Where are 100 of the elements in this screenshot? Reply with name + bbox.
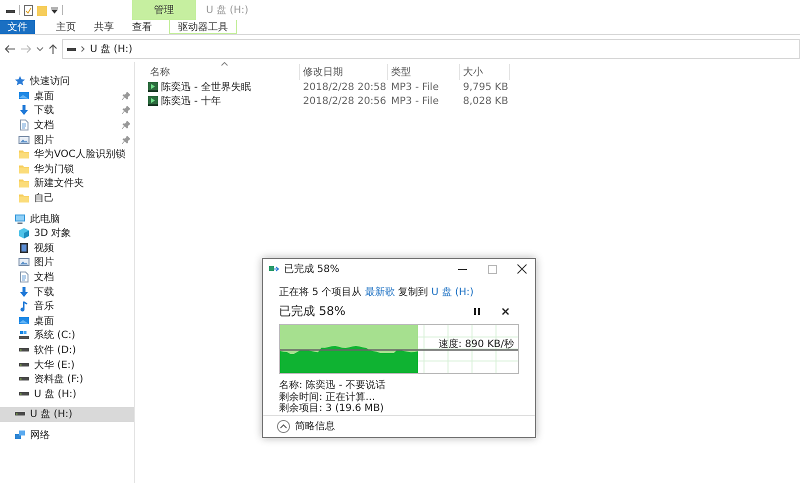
nav-item[interactable]: 华为VOC人脸识别锁 xyxy=(0,146,134,162)
drive-icon xyxy=(18,377,30,382)
context-tab-header: 管理 xyxy=(132,0,196,20)
drive-icon xyxy=(18,362,30,367)
nav-item[interactable]: 桌面 xyxy=(0,314,134,328)
desktop-icon xyxy=(18,314,30,327)
desktop-icon xyxy=(18,90,30,102)
ribbon-tab[interactable]: 主页 xyxy=(47,20,85,34)
nav-item[interactable]: 系统 (C:) xyxy=(0,328,134,343)
nav-label: 大华 (E:) xyxy=(34,358,75,372)
file-size: 9,795 KB xyxy=(462,82,510,92)
system-drive-icon xyxy=(18,329,30,342)
source-link[interactable]: 最新歌 xyxy=(364,287,395,298)
chevron-icon xyxy=(81,46,85,52)
speed-label: 速度: 890 KB/秒 xyxy=(438,338,514,351)
nav-label: U 盘 (H:) xyxy=(30,408,72,422)
music-icon xyxy=(18,300,30,312)
drive-icon xyxy=(18,348,30,352)
nav-item[interactable]: U 盘 (H:) xyxy=(0,407,134,422)
nav-label: 文档 xyxy=(34,118,54,132)
file-type: MP3 - File xyxy=(390,82,440,92)
column-header[interactable]: 修改日期 xyxy=(300,64,388,80)
nav-label: 下载 xyxy=(34,104,54,118)
recent-locations-button[interactable] xyxy=(36,45,44,53)
nav-item[interactable]: 音乐 xyxy=(0,298,134,314)
cube-icon xyxy=(18,227,30,240)
column-header[interactable]: 类型 xyxy=(388,64,460,80)
nav-item[interactable]: 资料盘 (F:) xyxy=(0,372,134,386)
video-icon xyxy=(18,242,30,254)
folder-icon xyxy=(18,192,30,204)
sort-caret-icon xyxy=(221,62,228,66)
pictures-icon xyxy=(18,256,30,268)
folder-icon xyxy=(18,148,30,160)
destination-link[interactable]: U 盘 (H:) xyxy=(431,287,474,298)
nav-item[interactable]: 文档 xyxy=(0,270,134,284)
nav-item[interactable]: 快速访问 xyxy=(0,74,134,89)
ribbon-tab[interactable]: 查看 xyxy=(123,20,161,34)
nav-label: 桌面 xyxy=(34,90,54,103)
folder-icon xyxy=(18,177,30,190)
nav-label: 桌面 xyxy=(34,314,54,328)
nav-item[interactable]: 此电脑 xyxy=(0,211,134,226)
audio-file-icon xyxy=(148,82,158,92)
nav-label: 音乐 xyxy=(34,300,54,314)
file-name[interactable]: 陈奕迅 - 十年 xyxy=(147,94,300,108)
network-icon xyxy=(14,428,26,441)
nav-item[interactable]: 软件 (D:) xyxy=(0,342,134,358)
nav-item[interactable]: 网络 xyxy=(0,428,134,442)
nav-label: 系统 (C:) xyxy=(34,328,76,342)
nav-item[interactable]: 图片 xyxy=(0,255,134,270)
nav-item[interactable]: 下载 xyxy=(0,103,134,118)
download-icon xyxy=(18,104,30,116)
copy-icon xyxy=(269,264,280,274)
up-button[interactable] xyxy=(48,43,58,55)
nav-label: U 盘 (H:) xyxy=(34,388,76,401)
nav-label: 视频 xyxy=(34,242,54,255)
nav-label: 华为门锁 xyxy=(34,162,74,176)
progress-heading: 已完成 58% xyxy=(279,303,346,320)
detail-line: 剩余时间: 正在计算... xyxy=(279,392,376,403)
nav-item[interactable]: 视频 xyxy=(0,240,134,256)
nav-label: 图片 xyxy=(34,134,54,147)
drive-icon xyxy=(14,412,26,416)
properties-icon[interactable] xyxy=(24,4,33,16)
nav-item[interactable]: 图片 xyxy=(0,132,134,147)
dialog-title: 已完成 58% xyxy=(284,262,340,276)
nav-item[interactable]: 3D 对象 xyxy=(0,226,134,241)
detail-line: 剩余项目: 3 (19.6 MB) xyxy=(279,403,385,414)
address-path: U 盘 (H:) xyxy=(90,43,132,56)
maximize-icon xyxy=(488,264,496,274)
star-icon xyxy=(14,75,26,88)
ribbon-tab[interactable]: 文件 xyxy=(0,20,35,34)
ribbon-tab[interactable]: 共享 xyxy=(85,20,123,34)
nav-item[interactable]: 新建文件夹 xyxy=(0,176,134,191)
nav-item[interactable]: 文档 xyxy=(0,118,134,132)
ribbon-tab[interactable]: 驱动器工具 xyxy=(169,20,237,34)
close-icon xyxy=(502,308,508,315)
nav-item[interactable]: U 盘 (H:) xyxy=(0,386,134,402)
nav-item[interactable]: 自己 xyxy=(0,190,134,206)
file-size: 8,028 KB xyxy=(462,96,510,106)
column-header[interactable]: 名称 xyxy=(147,64,300,80)
file-name[interactable]: 陈奕迅 - 全世界失眠 xyxy=(147,80,300,94)
pc-icon xyxy=(14,212,26,225)
nav-item[interactable]: 华为门锁 xyxy=(0,162,134,176)
column-header[interactable]: 大小 xyxy=(460,64,510,80)
document-icon xyxy=(18,271,30,284)
back-button[interactable] xyxy=(4,44,16,54)
nav-item[interactable]: 桌面 xyxy=(0,88,134,104)
nav-label: 软件 (D:) xyxy=(34,344,76,357)
modified-date: 2018/2/28 20:58 xyxy=(302,82,388,92)
nav-item[interactable]: 大华 (E:) xyxy=(0,357,134,372)
nav-label: 快速访问 xyxy=(30,74,70,88)
nav-label: 自己 xyxy=(34,192,54,206)
close-icon xyxy=(517,264,527,274)
pictures-icon xyxy=(18,134,30,146)
folder-icon xyxy=(18,162,30,175)
fewer-details-button[interactable]: 简略信息 xyxy=(277,419,335,434)
address-bar[interactable]: U 盘 (H:) xyxy=(62,39,800,59)
nav-label: 下载 xyxy=(34,286,54,299)
dropdown-icon[interactable] xyxy=(51,6,58,14)
nav-item[interactable]: 下载 xyxy=(0,284,134,299)
drive-icon xyxy=(18,392,30,396)
